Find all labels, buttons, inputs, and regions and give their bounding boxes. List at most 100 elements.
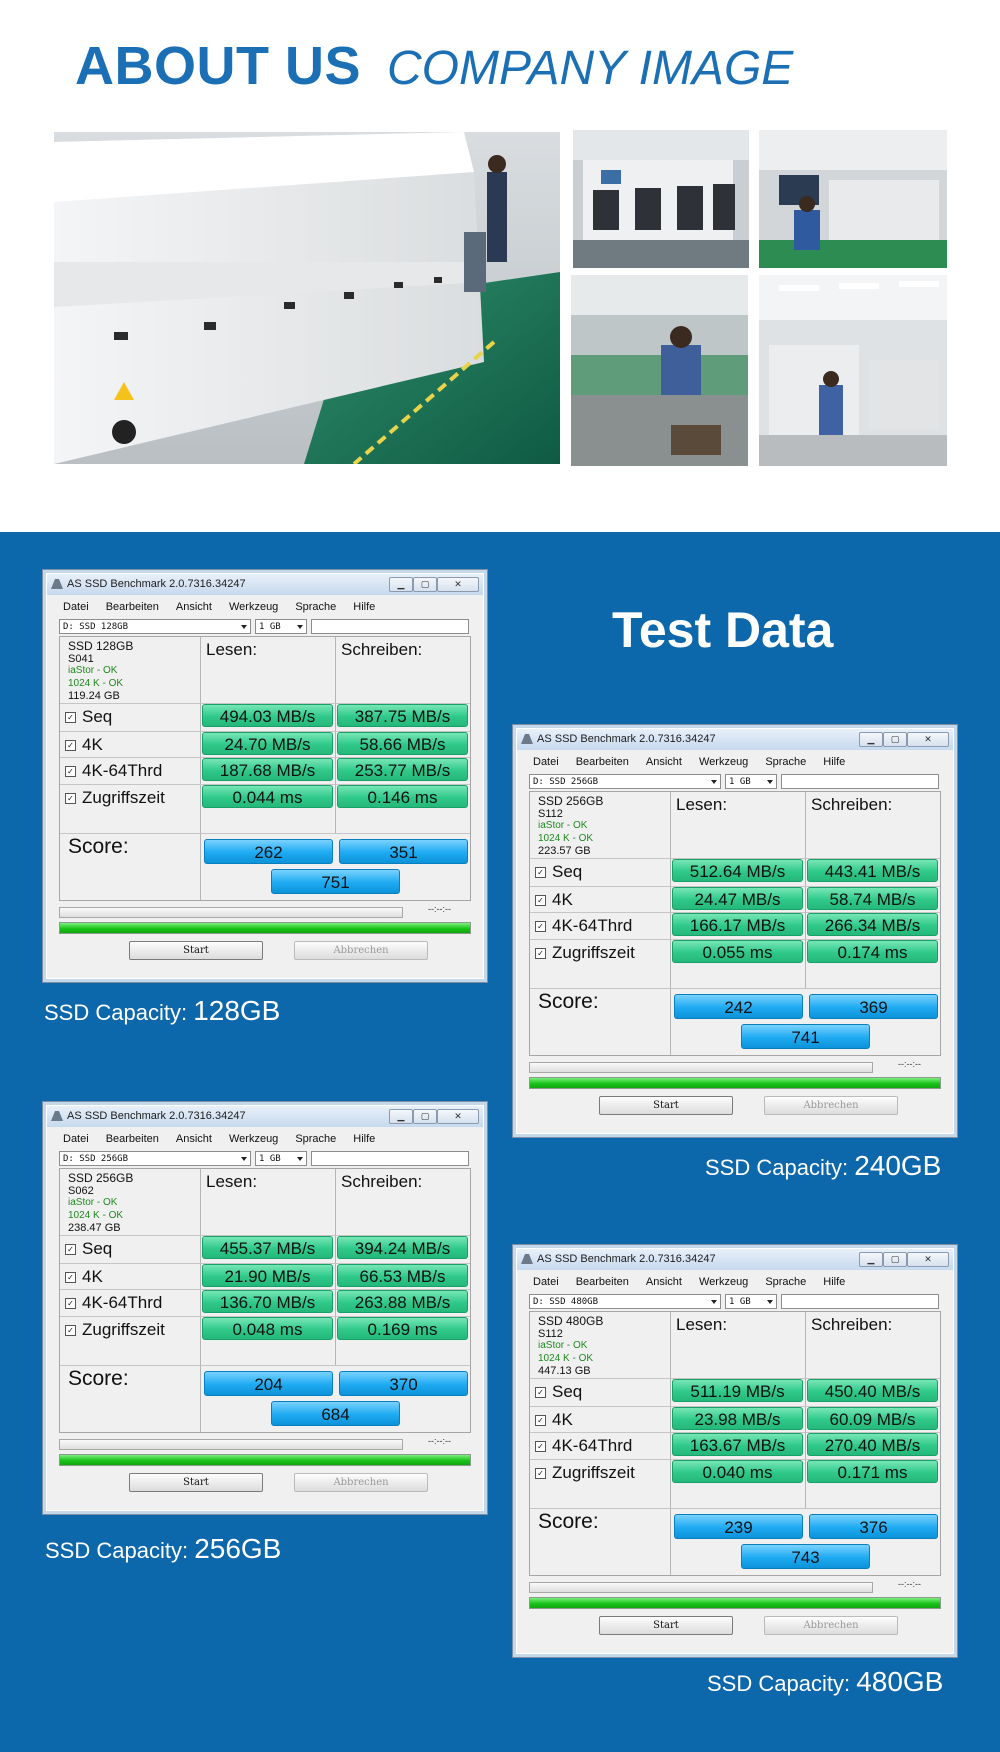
menu-hilfe[interactable]: Hilfe (823, 1276, 845, 1288)
checkbox-4k-64thrd[interactable]: ✓ (535, 921, 546, 932)
row-access-time[interactable]: ✓ Zugriffszeit (535, 1463, 635, 1483)
row-4k[interactable]: ✓ 4K (65, 1267, 103, 1287)
start-button[interactable]: Start (129, 941, 263, 960)
minimize-button[interactable]: ▁ (389, 1109, 413, 1124)
menu-datei[interactable]: Datei (63, 1133, 89, 1145)
status-bar-green (529, 1077, 941, 1089)
maximize-button[interactable]: ▢ (883, 732, 907, 747)
window-titlebar[interactable]: AS SSD Benchmark 2.0.7316.34247 ▁ ▢ ✕ (517, 1249, 953, 1270)
menu-bearbeiten[interactable]: Bearbeiten (106, 601, 159, 613)
minimize-button[interactable]: ▁ (389, 577, 413, 592)
checkbox-access-time[interactable]: ✓ (535, 948, 546, 959)
menu-ansicht[interactable]: Ansicht (646, 756, 682, 768)
checkbox-access-time[interactable]: ✓ (65, 1325, 76, 1336)
checkbox-4k-64thrd[interactable]: ✓ (65, 766, 76, 777)
menu-bearbeiten[interactable]: Bearbeiten (576, 756, 629, 768)
row-label: 4K (82, 1267, 103, 1286)
checkbox-seq[interactable]: ✓ (535, 1387, 546, 1398)
menu-sprache[interactable]: Sprache (295, 601, 336, 613)
start-button[interactable]: Start (129, 1473, 263, 1492)
close-button[interactable]: ✕ (437, 1109, 479, 1124)
menu-sprache[interactable]: Sprache (765, 756, 806, 768)
row-4k[interactable]: ✓ 4K (65, 735, 103, 755)
size-select[interactable]: 1 GB (725, 1294, 777, 1309)
checkbox-4k[interactable]: ✓ (65, 1272, 76, 1283)
drive-select[interactable]: D: SSD 256GB (529, 774, 721, 789)
checkbox-4k-64thrd[interactable]: ✓ (535, 1441, 546, 1452)
row-access-time[interactable]: ✓ Zugriffszeit (65, 788, 165, 808)
menu-werkzeug[interactable]: Werkzeug (699, 1276, 748, 1288)
row-4k-64thrd[interactable]: ✓ 4K-64Thrd (535, 1436, 632, 1456)
row-seq[interactable]: ✓ Seq (535, 862, 582, 882)
menu-bar: Datei Bearbeiten Ansicht Werkzeug Sprache Hil… (533, 1273, 862, 1291)
abort-button[interactable]: Abbrechen (764, 1096, 898, 1115)
close-button[interactable]: ✕ (907, 732, 949, 747)
start-button[interactable]: Start (599, 1096, 733, 1115)
read-value-4k-64thrd: 163.67 MB/s (672, 1433, 803, 1456)
drive-select[interactable]: D: SSD 128GB (59, 619, 251, 634)
drive-select-value: D: SSD 480GB (533, 1297, 599, 1307)
checkbox-4k[interactable]: ✓ (535, 895, 546, 906)
menu-ansicht[interactable]: Ansicht (176, 1133, 212, 1145)
menu-werkzeug[interactable]: Werkzeug (229, 601, 278, 613)
window-titlebar[interactable]: AS SSD Benchmark 2.0.7316.34247 ▁ ▢ ✕ (47, 574, 483, 595)
checkbox-seq[interactable]: ✓ (65, 1244, 76, 1255)
maximize-button[interactable]: ▢ (883, 1252, 907, 1267)
menu-datei[interactable]: Datei (63, 601, 89, 613)
menu-hilfe[interactable]: Hilfe (353, 601, 375, 613)
menu-sprache[interactable]: Sprache (295, 1133, 336, 1145)
abort-button[interactable]: Abbrechen (764, 1616, 898, 1635)
row-seq[interactable]: ✓ Seq (65, 707, 112, 727)
checkbox-access-time[interactable]: ✓ (65, 793, 76, 804)
drive-firmware: S062 (68, 1184, 94, 1197)
menu-hilfe[interactable]: Hilfe (823, 756, 845, 768)
size-select[interactable]: 1 GB (725, 774, 777, 789)
menu-sprache[interactable]: Sprache (765, 1276, 806, 1288)
menu-werkzeug[interactable]: Werkzeug (699, 756, 748, 768)
menu-datei[interactable]: Datei (533, 756, 559, 768)
close-button[interactable]: ✕ (437, 577, 479, 592)
row-4k-64thrd[interactable]: ✓ 4K-64Thrd (535, 916, 632, 936)
checkbox-seq[interactable]: ✓ (535, 867, 546, 878)
menu-ansicht[interactable]: Ansicht (176, 601, 212, 613)
column-divider (805, 792, 806, 989)
row-4k-64thrd[interactable]: ✓ 4K-64Thrd (65, 761, 162, 781)
drive-select[interactable]: D: SSD 480GB (529, 1294, 721, 1309)
minimize-button[interactable]: ▁ (859, 732, 883, 747)
checkbox-4k-64thrd[interactable]: ✓ (65, 1298, 76, 1309)
results-grid: SSD 256GB S112 iaStor - OK 1024 K - OK 2… (529, 791, 941, 1056)
read-column-header: Lesen: (676, 1315, 728, 1334)
menu-bearbeiten[interactable]: Bearbeiten (106, 1133, 159, 1145)
checkbox-access-time[interactable]: ✓ (535, 1468, 546, 1479)
minimize-button[interactable]: ▁ (859, 1252, 883, 1267)
menu-werkzeug[interactable]: Werkzeug (229, 1133, 278, 1145)
row-access-time[interactable]: ✓ Zugriffszeit (65, 1320, 165, 1340)
window-titlebar[interactable]: AS SSD Benchmark 2.0.7316.34247 ▁ ▢ ✕ (47, 1106, 483, 1127)
menu-ansicht[interactable]: Ansicht (646, 1276, 682, 1288)
menu-hilfe[interactable]: Hilfe (353, 1133, 375, 1145)
menu-bearbeiten[interactable]: Bearbeiten (576, 1276, 629, 1288)
size-select[interactable]: 1 GB (255, 1151, 307, 1166)
start-button[interactable]: Start (599, 1616, 733, 1635)
drive-select[interactable]: D: SSD 256GB (59, 1151, 251, 1166)
row-4k[interactable]: ✓ 4K (535, 1410, 573, 1430)
row-access-time[interactable]: ✓ Zugriffszeit (535, 943, 635, 963)
benchmark-window: AS SSD Benchmark 2.0.7316.34247 ▁ ▢ ✕ Da… (42, 569, 488, 983)
row-4k-64thrd[interactable]: ✓ 4K-64Thrd (65, 1293, 162, 1313)
abort-button[interactable]: Abbrechen (294, 941, 428, 960)
checkbox-seq[interactable]: ✓ (65, 712, 76, 723)
close-icon: ✕ (454, 1111, 462, 1121)
row-seq[interactable]: ✓ Seq (65, 1239, 112, 1259)
size-select[interactable]: 1 GB (255, 619, 307, 634)
checkbox-4k[interactable]: ✓ (65, 740, 76, 751)
abort-button[interactable]: Abbrechen (294, 1473, 428, 1492)
menu-datei[interactable]: Datei (533, 1276, 559, 1288)
checkbox-4k[interactable]: ✓ (535, 1415, 546, 1426)
maximize-button[interactable]: ▢ (413, 577, 437, 592)
read-value-4k-64thrd: 136.70 MB/s (202, 1290, 333, 1313)
row-4k[interactable]: ✓ 4K (535, 890, 573, 910)
row-seq[interactable]: ✓ Seq (535, 1382, 582, 1402)
close-button[interactable]: ✕ (907, 1252, 949, 1267)
window-titlebar[interactable]: AS SSD Benchmark 2.0.7316.34247 ▁ ▢ ✕ (517, 729, 953, 750)
maximize-button[interactable]: ▢ (413, 1109, 437, 1124)
